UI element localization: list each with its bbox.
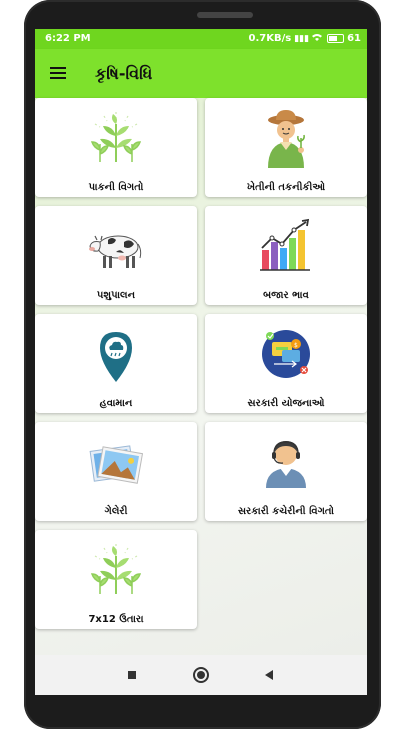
wifi-icon bbox=[312, 33, 323, 44]
recents-square-icon[interactable] bbox=[122, 665, 142, 685]
back-triangle-icon[interactable] bbox=[259, 665, 279, 685]
status-icons: 0.7KB/s ▮▮▮ 61 bbox=[249, 33, 361, 44]
battery-icon bbox=[327, 34, 345, 43]
card-label: સરકારી યોજનાઓ bbox=[247, 398, 325, 409]
card-label: 7x12 ઉતારા bbox=[88, 614, 144, 625]
app-bar: કૃષિ-વિધિ bbox=[35, 49, 367, 98]
system-nav-bar bbox=[35, 655, 367, 695]
svg-text:$: $ bbox=[294, 342, 298, 349]
office-support-icon bbox=[266, 441, 306, 488]
battery-level: 61 bbox=[347, 33, 361, 44]
card-label: ખેતીની તકનીકીઓ bbox=[246, 182, 326, 193]
signal-icon: ▮▮▮ bbox=[294, 33, 310, 44]
status-time: 6:22 PM bbox=[45, 33, 91, 44]
card-label: બજાર ભાવ bbox=[263, 290, 309, 301]
card-label: પાકની વિગતો bbox=[88, 182, 144, 193]
app-title: કૃષિ-વિધિ bbox=[95, 64, 153, 83]
dashboard-grid: પાકની વિગતો ખેતીની તકનીકીઓ પશુપાલન બજાર … bbox=[35, 98, 367, 655]
card-animal-husbandry[interactable]: પશુપાલન bbox=[35, 206, 197, 305]
card-label: ગેલેરી bbox=[104, 506, 128, 517]
card-7x12-extracts[interactable]: 7x12 ઉતારા bbox=[35, 530, 197, 629]
farmer-icon bbox=[268, 110, 305, 168]
plant-sprout-icon bbox=[90, 544, 142, 594]
gallery-icon bbox=[89, 445, 144, 484]
card-government-schemes[interactable]: $ સરકારી યોજનાઓ bbox=[205, 314, 367, 413]
card-farming-techniques[interactable]: ખેતીની તકનીકીઓ bbox=[205, 98, 367, 197]
card-crop-details[interactable]: પાકની વિગતો bbox=[35, 98, 197, 197]
scheme-transfer-icon: $ bbox=[262, 330, 310, 378]
card-label: સરકારી કચેરીની વિગતો bbox=[237, 506, 335, 517]
cow-icon bbox=[89, 235, 142, 268]
card-label: પશુપાલન bbox=[96, 290, 136, 301]
home-circle-icon[interactable] bbox=[191, 665, 211, 685]
card-government-office-details[interactable]: સરકારી કચેરીની વિગતો bbox=[205, 422, 367, 521]
weather-pin-icon bbox=[100, 332, 132, 382]
card-market-prices[interactable]: બજાર ભાવ bbox=[205, 206, 367, 305]
market-chart-icon bbox=[260, 218, 310, 271]
screen: 6:22 PM 0.7KB/s ▮▮▮ 61 કૃષિ-વિધિ પાકની વ… bbox=[35, 29, 367, 695]
plant-sprout-icon bbox=[90, 112, 142, 162]
status-bar: 6:22 PM 0.7KB/s ▮▮▮ 61 bbox=[35, 29, 367, 49]
network-speed: 0.7KB/s bbox=[248, 33, 292, 44]
card-gallery[interactable]: ગેલેરી bbox=[35, 422, 197, 521]
card-label: હવામાન bbox=[99, 398, 133, 409]
speaker-grille bbox=[197, 12, 253, 18]
hamburger-menu-icon[interactable] bbox=[50, 67, 66, 79]
card-weather[interactable]: હવામાન bbox=[35, 314, 197, 413]
